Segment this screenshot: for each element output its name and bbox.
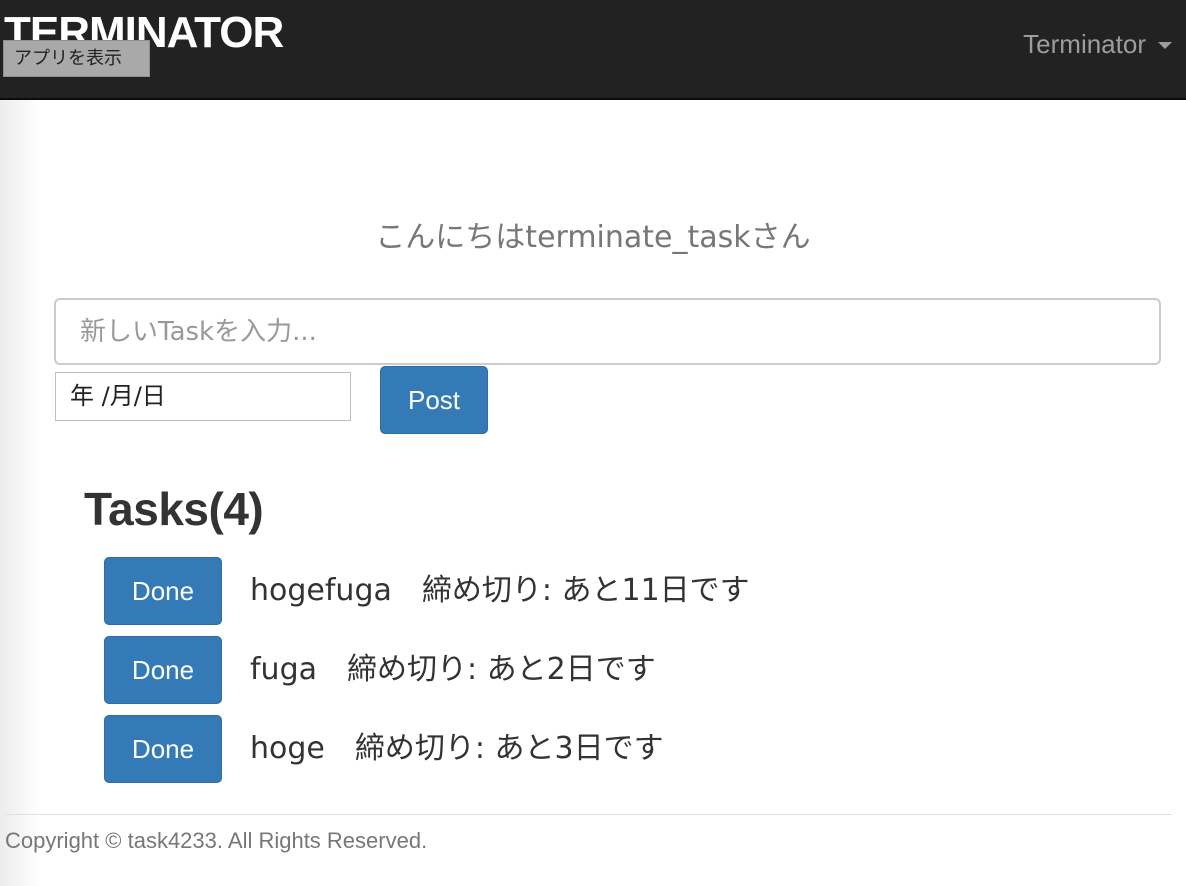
task-text: fuga 締め切り: あと2日です <box>250 652 656 687</box>
tasks-heading: Tasks(4) <box>84 483 264 535</box>
task-text: hogefuga 締め切り: あと11日です <box>250 573 750 608</box>
done-button[interactable]: Done <box>104 557 222 625</box>
user-menu-label: Terminator <box>1023 28 1146 59</box>
task-item: Done hoge 締め切り: あと3日です <box>104 710 750 788</box>
new-task-input[interactable] <box>54 298 1161 365</box>
post-button[interactable]: Post <box>380 366 488 434</box>
show-app-button[interactable]: アプリを表示 <box>3 40 150 77</box>
task-item: Done fuga 締め切り: あと2日です <box>104 631 750 709</box>
footer-divider <box>5 814 1172 815</box>
top-navbar: TERMINATOR アプリを表示 Terminator <box>0 0 1186 100</box>
copyright-text: Copyright © task4233. All Rights Reserve… <box>5 828 428 853</box>
done-button[interactable]: Done <box>104 636 222 704</box>
user-menu-dropdown[interactable]: Terminator <box>1023 26 1172 62</box>
task-text: hoge 締め切り: あと3日です <box>250 731 664 766</box>
done-button[interactable]: Done <box>104 715 222 783</box>
due-date-input[interactable]: 年 /月/日 <box>55 372 351 421</box>
greeting-text: こんにちはterminate_taskさん <box>375 220 811 255</box>
task-list: Done hogefuga 締め切り: あと11日です Done fuga 締め… <box>104 552 750 788</box>
task-item: Done hogefuga 締め切り: あと11日です <box>104 552 750 630</box>
caret-down-icon <box>1158 41 1172 49</box>
